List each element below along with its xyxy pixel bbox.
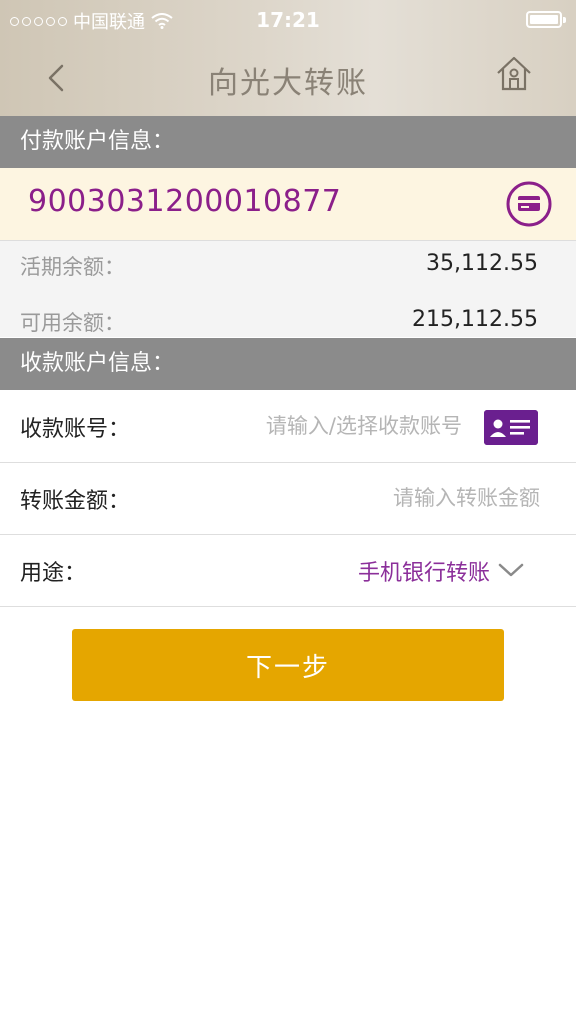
- contact-book-icon[interactable]: [484, 410, 538, 445]
- payee-account-input[interactable]: [170, 405, 464, 447]
- status-time: 17:21: [256, 8, 320, 32]
- next-step-button[interactable]: 下一步: [72, 629, 504, 701]
- nav-bar: 向光大转账: [0, 40, 576, 116]
- payee-section-header: 收款账户信息：: [0, 338, 576, 390]
- payer-account-number: 9003031200010877: [28, 184, 342, 219]
- current-balance-row: 活期余额： 35,112.55: [0, 251, 576, 291]
- home-icon[interactable]: [494, 54, 534, 94]
- header-background: 中国联通 17:21 向光大转账: [0, 0, 576, 116]
- payee-section-title: 收款账户信息：: [20, 351, 175, 376]
- balance-info: 活期余额： 35,112.55 可用余额： 215,112.55: [0, 241, 576, 337]
- chevron-down-icon[interactable]: [498, 561, 524, 579]
- payer-account-row[interactable]: 9003031200010877: [0, 168, 576, 241]
- payee-account-row: 收款账号：: [0, 391, 576, 463]
- payer-section-header: 付款账户信息：: [0, 116, 576, 168]
- transfer-amount-row: 转账金额：: [0, 463, 576, 535]
- purpose-value[interactable]: 手机银行转账: [358, 555, 490, 587]
- transfer-amount-input[interactable]: [170, 477, 542, 519]
- available-balance-value: 215,112.55: [412, 307, 538, 332]
- card-select-icon[interactable]: [506, 181, 552, 227]
- current-balance-value: 35,112.55: [426, 251, 538, 276]
- payee-account-label: 收款账号：: [20, 417, 131, 442]
- battery-icon: [526, 11, 566, 28]
- page-title: 向光大转账: [208, 66, 368, 101]
- purpose-row[interactable]: 用途： 手机银行转账: [0, 535, 576, 607]
- transfer-amount-label: 转账金额：: [20, 489, 131, 514]
- current-balance-label: 活期余额：: [20, 255, 125, 279]
- available-balance-label: 可用余额：: [20, 311, 125, 335]
- payer-section-title: 付款账户信息：: [20, 129, 175, 154]
- purpose-label: 用途：: [20, 561, 87, 586]
- status-bar: 中国联通 17:21: [0, 0, 576, 40]
